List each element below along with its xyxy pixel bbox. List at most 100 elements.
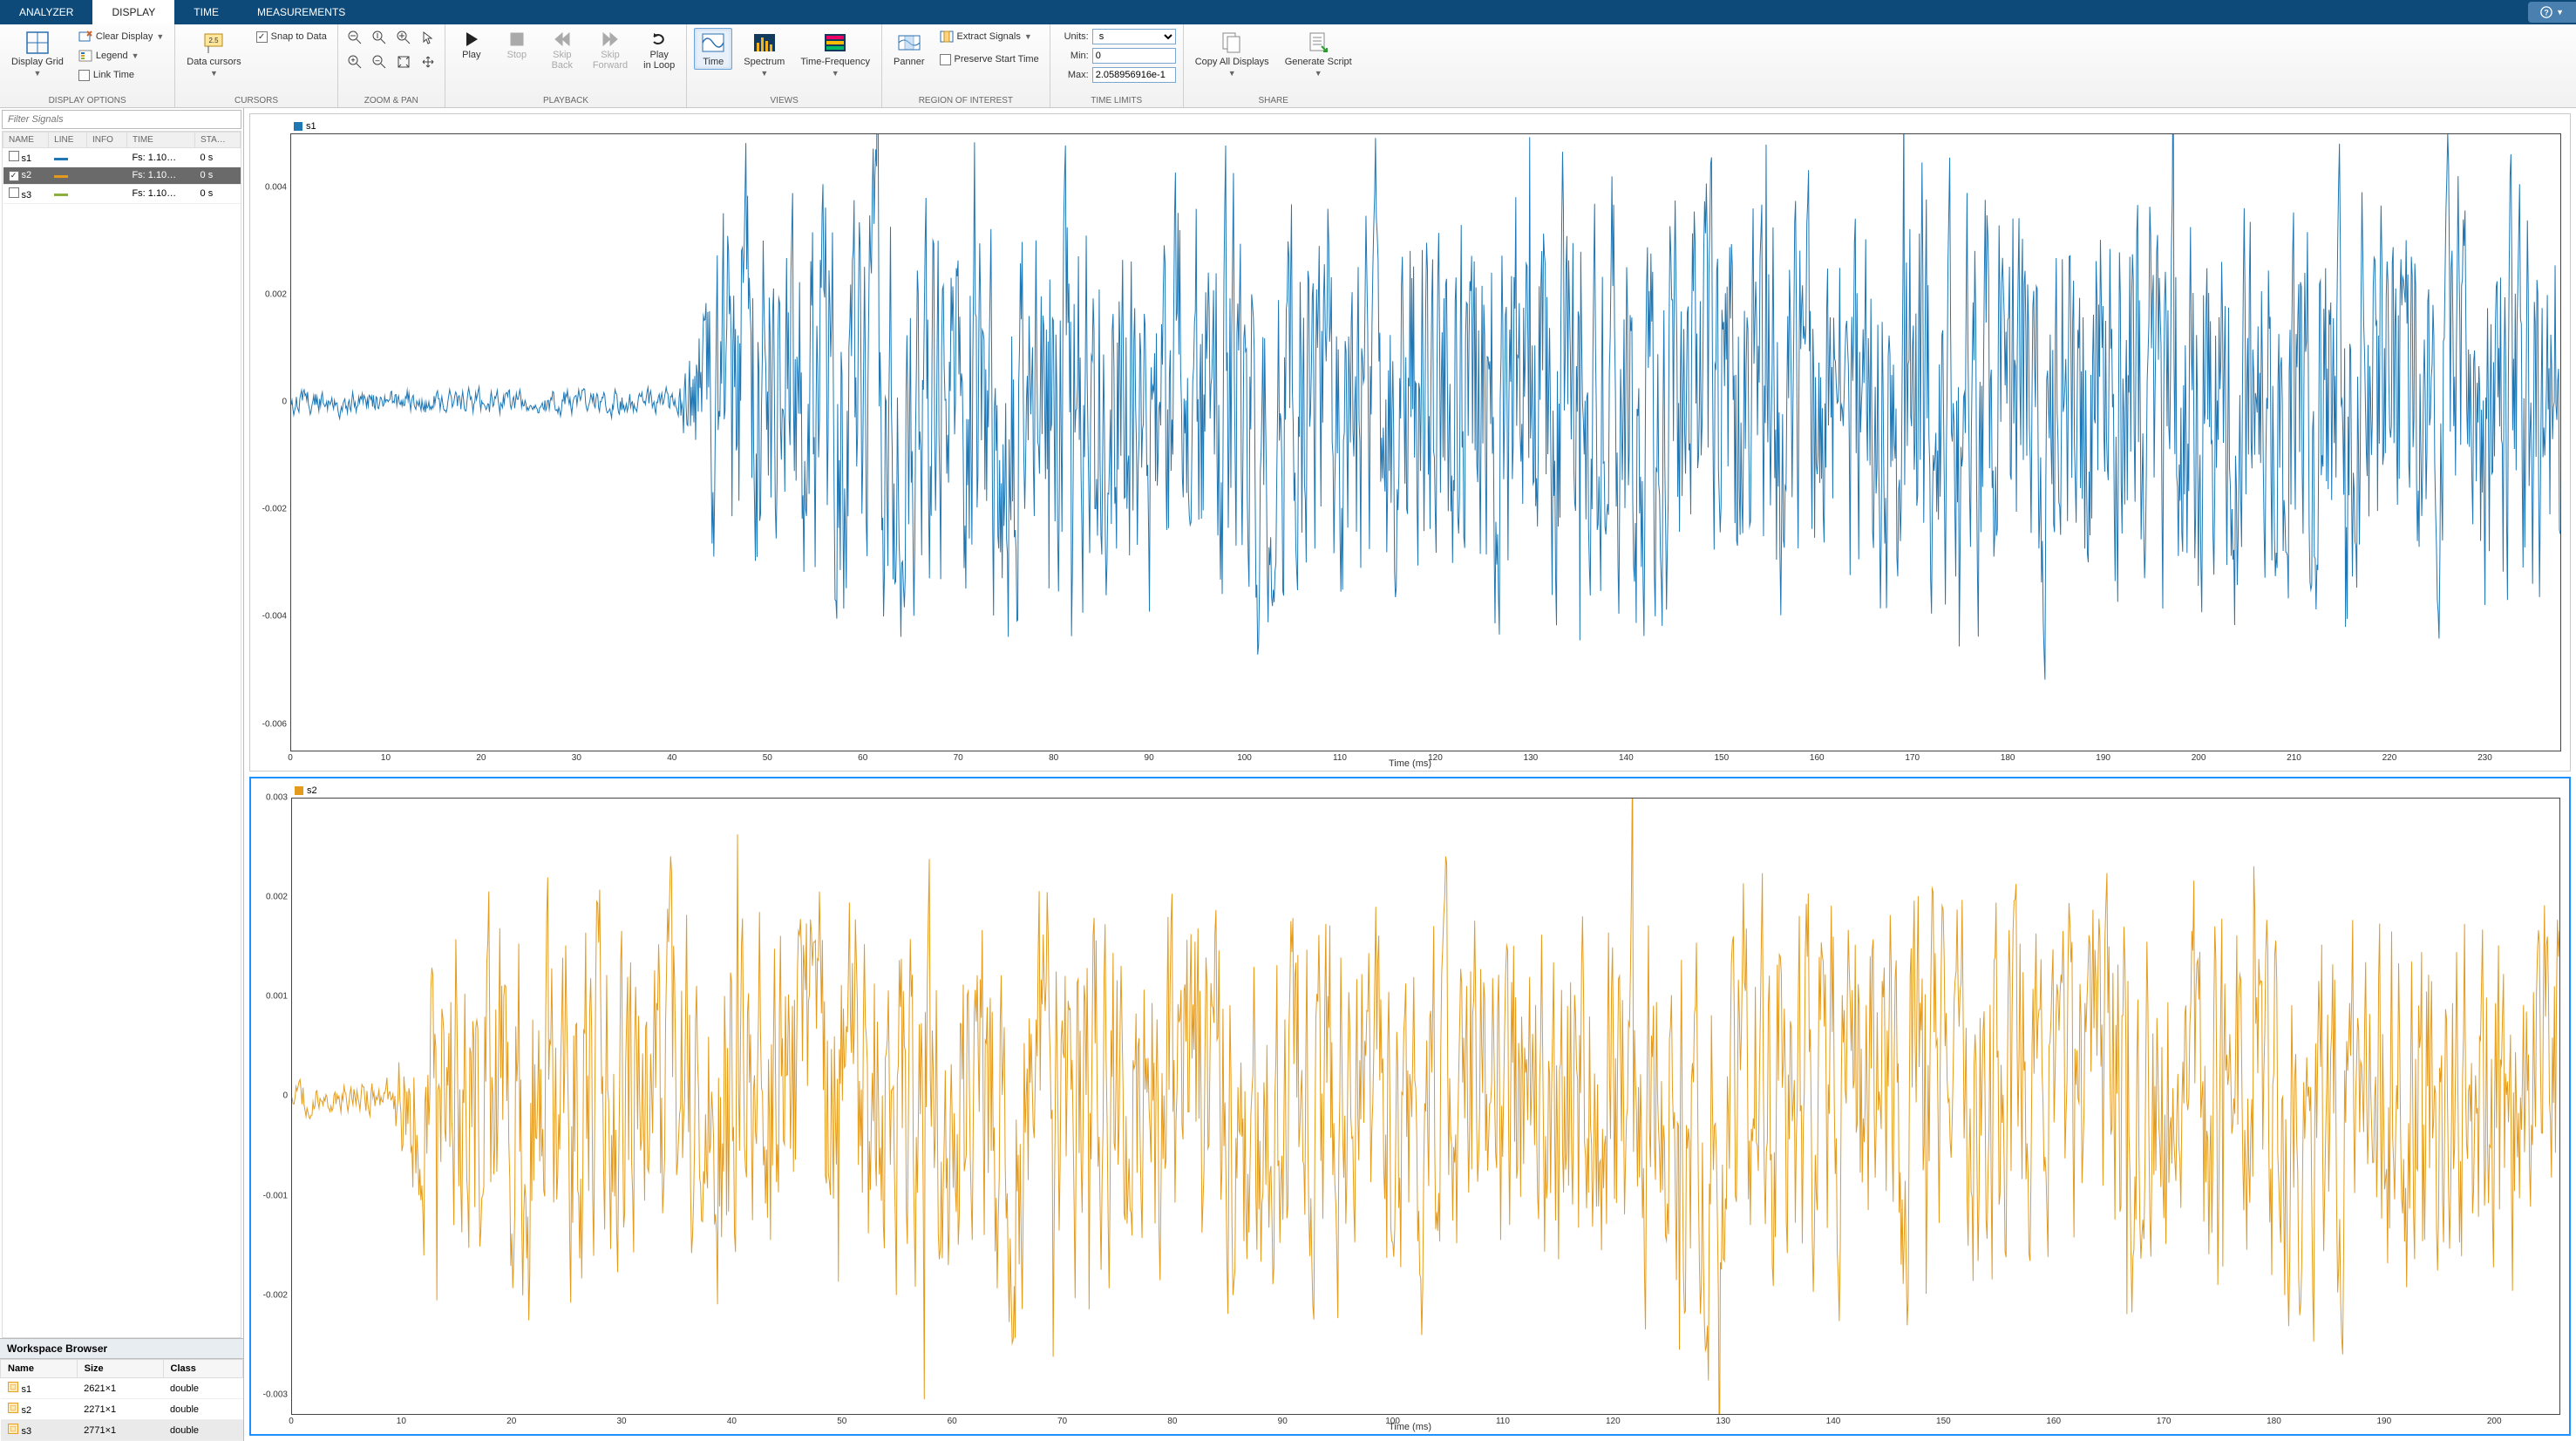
pan-button[interactable] — [418, 52, 438, 71]
tab-analyzer[interactable]: ANALYZER — [0, 0, 92, 24]
play-label: Play — [462, 50, 480, 60]
fit-view-button[interactable] — [394, 52, 413, 71]
ws-col-class[interactable]: Class — [163, 1360, 243, 1378]
clear-display-label: Clear Display — [96, 31, 153, 42]
ribbon: Display Grid ▼ Clear Display ▼ Legend ▼ — [0, 24, 2576, 108]
loop-label: Play in Loop — [643, 50, 675, 71]
stop-icon — [508, 31, 526, 48]
extract-label: Extract Signals — [957, 31, 1021, 42]
sig-col-start[interactable]: STA… — [195, 133, 241, 148]
zoom-xy-button[interactable] — [394, 28, 413, 47]
snap-to-data-checkbox[interactable]: ✓ Snap to Data — [253, 28, 330, 45]
link-time-checkbox[interactable]: Link Time — [75, 66, 167, 84]
signal-row[interactable]: s3Fs: 1.10…0 s — [3, 184, 241, 203]
copy-icon — [1220, 31, 1244, 55]
ribbon-group-playback: Play Stop Skip Back Skip Forward Play in… — [445, 24, 687, 107]
signals-table[interactable]: NAME LINE INFO TIME STA… s1Fs: 1.10…0 s✓… — [2, 131, 241, 1338]
spectrum-icon — [752, 31, 777, 55]
preserve-check-icon — [940, 54, 951, 65]
pointer-icon — [421, 31, 435, 44]
display-grid-label: Display Grid — [11, 57, 64, 67]
time-frequency-view-button[interactable]: Time-Frequency▼ — [796, 28, 874, 80]
link-time-check-icon — [78, 70, 90, 81]
sig-col-name[interactable]: NAME — [3, 133, 49, 148]
data-cursors-button[interactable]: 2.5 Data cursors ▼ — [182, 28, 245, 80]
fit-view-icon — [397, 55, 411, 69]
panner-button[interactable]: Panner — [889, 28, 928, 70]
ws-col-name[interactable]: Name — [1, 1360, 78, 1378]
plot-area[interactable]: -0.006-0.004-0.00200.0020.00401020304050… — [290, 133, 2561, 751]
pan-icon — [421, 55, 435, 69]
clear-display-icon — [78, 30, 92, 44]
left-panel: NAME LINE INFO TIME STA… s1Fs: 1.10…0 s✓… — [0, 108, 244, 1441]
filter-signals-input[interactable] — [3, 111, 241, 128]
time-freq-label: Time-Frequency — [800, 57, 870, 67]
skip-forward-button[interactable]: Skip Forward — [588, 28, 632, 73]
ribbon-title-time-limits: TIME LIMITS — [1057, 94, 1176, 105]
plot-area[interactable]: -0.003-0.002-0.00100.0010.0020.003010203… — [291, 798, 2560, 1416]
extract-icon — [940, 30, 954, 44]
time-view-button[interactable]: Time — [694, 28, 732, 70]
chart-panel[interactable]: s1-0.006-0.004-0.00200.0020.004010203040… — [249, 113, 2571, 771]
clear-display-button[interactable]: Clear Display ▼ — [75, 28, 167, 45]
signal-color-swatch — [54, 194, 68, 196]
legend-button[interactable]: Legend ▼ — [75, 47, 167, 65]
signal-checkbox[interactable] — [9, 187, 19, 198]
svg-text:?: ? — [2544, 9, 2548, 17]
min-input[interactable] — [1092, 48, 1176, 64]
zoom-in-y-button[interactable] — [370, 28, 389, 47]
signal-color-swatch — [54, 158, 68, 160]
sig-col-line[interactable]: LINE — [49, 133, 87, 148]
variable-icon — [8, 1403, 18, 1413]
sig-col-info[interactable]: INFO — [87, 133, 127, 148]
grid-icon — [25, 31, 50, 55]
chart-panel[interactable]: s2-0.003-0.002-0.00100.0010.0020.0030102… — [249, 777, 2571, 1437]
tab-time[interactable]: TIME — [174, 0, 238, 24]
units-select[interactable]: s — [1092, 29, 1176, 44]
play-icon — [463, 31, 480, 48]
skip-back-button[interactable]: Skip Back — [543, 28, 581, 73]
workspace-row[interactable]: s22271×1double — [1, 1399, 243, 1420]
signal-color-swatch — [54, 175, 68, 178]
ribbon-group-roi: Panner Extract Signals▼ Preserve Start T… — [882, 24, 1050, 107]
play-in-loop-button[interactable]: Play in Loop — [639, 28, 679, 73]
tab-display[interactable]: DISPLAY — [92, 0, 174, 24]
workspace-row[interactable]: s32771×1double — [1, 1420, 243, 1441]
ws-col-size[interactable]: Size — [77, 1360, 163, 1378]
signal-row[interactable]: ✓ s2Fs: 1.10…0 s — [3, 167, 241, 185]
ribbon-title-share: SHARE — [1191, 94, 1356, 105]
preserve-start-time-checkbox[interactable]: Preserve Start Time — [936, 51, 1043, 68]
zoom-in-x-icon — [348, 31, 362, 44]
generate-script-button[interactable]: Generate Script▼ — [1281, 28, 1356, 80]
zoom-in-button[interactable]: + — [345, 52, 364, 71]
stop-button[interactable]: Stop — [498, 28, 536, 63]
pointer-button[interactable] — [418, 28, 438, 47]
extract-signals-button[interactable]: Extract Signals▼ — [936, 28, 1043, 45]
copy-label: Copy All Displays — [1195, 57, 1269, 67]
ribbon-group-cursors: 2.5 Data cursors ▼ ✓ Snap to Data CURSOR… — [175, 24, 338, 107]
play-button[interactable]: Play — [452, 28, 491, 63]
signal-row[interactable]: s1Fs: 1.10…0 s — [3, 148, 241, 167]
signal-checkbox[interactable]: ✓ — [9, 171, 19, 181]
sig-col-time[interactable]: TIME — [126, 133, 194, 148]
copy-all-displays-button[interactable]: Copy All Displays▼ — [1191, 28, 1274, 80]
signal-checkbox[interactable] — [9, 151, 19, 161]
workspace-table[interactable]: Name Size Class s12621×1doubles22271×1do… — [0, 1359, 243, 1441]
max-input[interactable] — [1092, 67, 1176, 83]
zoom-out-button[interactable]: – — [370, 52, 389, 71]
skip-back-icon — [554, 31, 571, 48]
spectrum-view-button[interactable]: Spectrum▼ — [739, 28, 789, 80]
zoom-in-x-button[interactable] — [345, 28, 364, 47]
display-grid-button[interactable]: Display Grid ▼ — [7, 28, 68, 80]
y-tick: 0 — [282, 1091, 291, 1101]
workspace-row[interactable]: s12621×1double — [1, 1378, 243, 1399]
y-tick: -0.002 — [262, 505, 290, 514]
help-button[interactable]: ? ▼ — [2528, 2, 2576, 23]
charts-area: s1-0.006-0.004-0.00200.0020.004010203040… — [244, 108, 2576, 1441]
legend-label: Legend — [96, 51, 128, 61]
skip-fwd-label: Skip Forward — [593, 50, 628, 71]
skip-forward-icon — [602, 31, 619, 48]
zoom-out-icon: – — [372, 55, 386, 69]
ribbon-group-display-options: Display Grid ▼ Clear Display ▼ Legend ▼ — [0, 24, 175, 107]
tab-measurements[interactable]: MEASUREMENTS — [238, 0, 364, 24]
